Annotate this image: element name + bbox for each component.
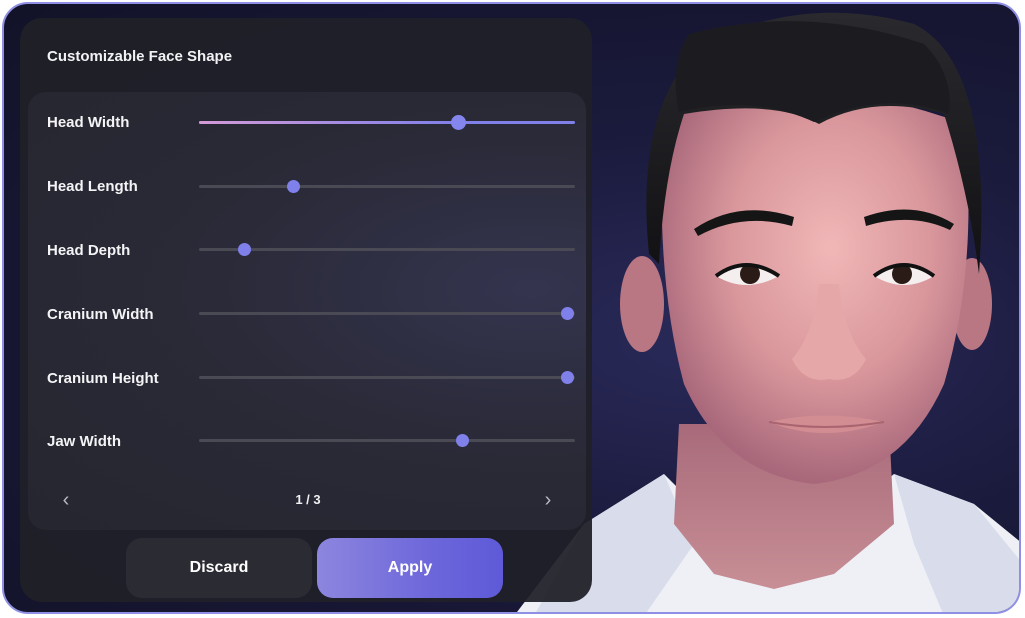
slider-thumb[interactable]: [237, 243, 251, 256]
slider-label: Jaw Width: [47, 433, 122, 450]
face-shape-panel: Customizable Face Shape Head Width Head …: [20, 18, 592, 602]
slider-track[interactable]: [199, 434, 575, 447]
apply-button[interactable]: Apply: [317, 538, 503, 598]
slider-track[interactable]: [199, 243, 575, 256]
slider-track[interactable]: [199, 180, 575, 193]
discard-button[interactable]: Discard: [126, 538, 312, 598]
slider-track[interactable]: [199, 371, 575, 384]
slider-label: Head Width: [47, 114, 130, 131]
slider-label: Cranium Height: [47, 370, 159, 387]
slider-fill: [199, 121, 459, 124]
page-indicator: 1 / 3: [295, 492, 321, 507]
slider-thumb[interactable]: [560, 371, 574, 384]
slider-track[interactable]: [199, 307, 575, 320]
slider-thumb[interactable]: [450, 115, 466, 130]
app-window: Customizable Face Shape Head Width Head …: [2, 2, 1021, 614]
chevron-right-icon[interactable]: ›: [537, 490, 559, 512]
chevron-left-icon[interactable]: ‹: [55, 490, 77, 512]
slider-thumb[interactable]: [560, 307, 574, 320]
slider-thumb[interactable]: [286, 180, 300, 193]
slider-list: Head Width Head Length Head Depth Craniu…: [28, 92, 586, 530]
slider-label: Head Length: [47, 178, 138, 195]
panel-title: Customizable Face Shape: [47, 48, 233, 65]
slider-label: Head Depth: [47, 242, 131, 259]
slider-track[interactable]: [199, 115, 575, 130]
slider-thumb[interactable]: [455, 434, 469, 447]
slider-label: Cranium Width: [47, 306, 154, 323]
